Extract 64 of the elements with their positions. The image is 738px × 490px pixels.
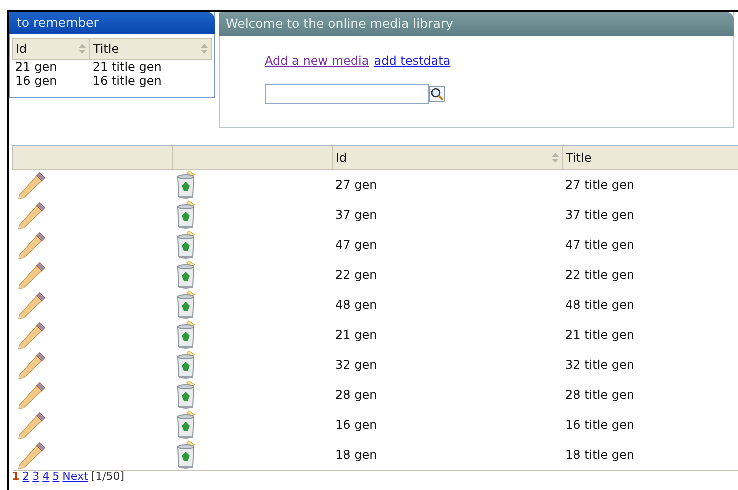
table-cell: 27 gen (332, 170, 562, 200)
table-cell: 21 title gen (90, 60, 212, 74)
pencil-icon[interactable] (16, 290, 46, 320)
next-link[interactable]: Next (62, 471, 88, 483)
table-cell-text: 28 title gen (564, 387, 636, 404)
sort-icon (201, 44, 208, 54)
pencil-icon[interactable] (16, 410, 46, 440)
column-header[interactable]: Title (562, 146, 738, 170)
trash-can-icon[interactable] (176, 440, 198, 470)
page-link[interactable]: 3 (32, 471, 40, 483)
table-cell: 18 title gen (562, 440, 738, 470)
table-cell-text: 22 title gen (564, 267, 636, 284)
trash-can-icon[interactable] (176, 170, 198, 200)
page-link[interactable]: 4 (42, 471, 50, 483)
page-status: [1/50] (91, 471, 125, 483)
trash-can-icon[interactable] (176, 380, 198, 410)
table-cell-text: 48 gen (334, 297, 378, 314)
table-cell-text: 16 title gen (92, 74, 163, 88)
table-cell-text: 32 title gen (564, 357, 636, 374)
trash-can-icon[interactable] (176, 260, 198, 290)
table-cell-text: 32 gen (334, 357, 378, 374)
link[interactable]: Add a new media (265, 54, 370, 68)
table-cell: 27 title gen (562, 170, 738, 200)
search-field[interactable] (265, 84, 429, 104)
column-header[interactable]: Id (332, 146, 562, 170)
table-cell-text: 16 gen (334, 417, 378, 434)
pencil-icon[interactable] (16, 350, 46, 380)
table-cell-text: 48 title gen (564, 297, 636, 314)
trash-can-icon[interactable] (176, 350, 198, 380)
table-cell-text: 16 gen (14, 74, 58, 88)
table-cell: 18 gen (332, 440, 562, 470)
trash-can-icon[interactable] (176, 410, 198, 440)
table-cell-text: 37 title gen (564, 207, 636, 224)
panel-title: to remember (9, 12, 215, 34)
table-cell-text: 47 gen (334, 237, 378, 254)
pencil-icon[interactable] (16, 170, 46, 200)
pencil-icon[interactable] (16, 440, 46, 470)
table-cell: 21 gen (12, 60, 90, 74)
table-cell-text: 21 gen (334, 327, 378, 344)
pencil-icon[interactable] (16, 230, 46, 260)
table-cell-text: 47 title gen (564, 237, 636, 254)
sort-icon (79, 44, 86, 54)
trash-can-icon[interactable] (176, 200, 198, 230)
page-link[interactable]: 1 (12, 471, 20, 483)
table-cell-text: 28 gen (334, 387, 378, 404)
pencil-icon[interactable] (16, 320, 46, 350)
table-cell-text: 16 title gen (564, 417, 636, 434)
column-header[interactable]: Id (12, 38, 90, 60)
page-link[interactable]: 2 (22, 471, 30, 483)
trash-can-icon[interactable] (176, 230, 198, 260)
table-cell-text: 21 title gen (564, 327, 636, 344)
pencil-icon[interactable] (16, 200, 46, 230)
table-cell-text: 37 gen (334, 207, 378, 224)
trash-can-icon[interactable] (176, 290, 198, 320)
pencil-icon[interactable] (16, 260, 46, 290)
link[interactable]: add testdata (374, 54, 451, 68)
pencil-icon[interactable] (16, 380, 46, 410)
column-header[interactable]: Title (90, 38, 212, 60)
panel-title: Welcome to the online media library (219, 12, 734, 36)
sort-icon (552, 152, 559, 162)
page-link[interactable]: 5 (52, 471, 60, 483)
trash-can-icon[interactable] (176, 320, 198, 350)
search-icon[interactable] (429, 86, 445, 102)
table-cell-text: 22 gen (334, 267, 378, 284)
